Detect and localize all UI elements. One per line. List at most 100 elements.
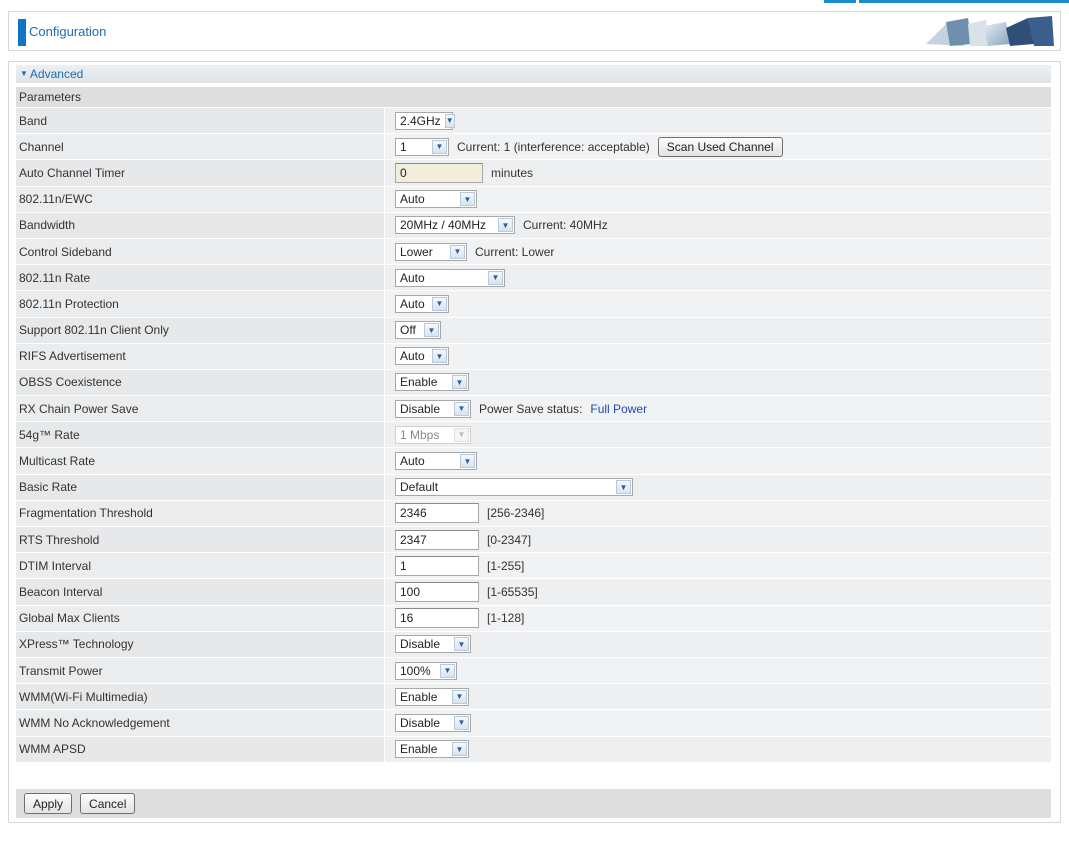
power-save-status-label: Power Save status: (479, 401, 583, 416)
chevron-down-icon: ▼ (450, 244, 465, 259)
multicast-rate-select[interactable]: Auto ▼ (395, 452, 477, 471)
chevron-down-icon: ▼ (444, 113, 455, 128)
n-ewc-select[interactable]: Auto ▼ (395, 190, 477, 209)
parameters-header: Parameters (16, 87, 1051, 108)
chevron-down-icon: ▼ (498, 218, 513, 233)
row-support-n-only: Support 802.11n Client Only Off ▼ (16, 317, 1051, 344)
chevron-down-icon: ▼ (432, 296, 447, 311)
rx-chain-select[interactable]: Disable ▼ (395, 399, 471, 418)
wmm-select[interactable]: Enable ▼ (395, 687, 469, 706)
row-label: WMM APSD (16, 736, 385, 762)
row-80211n-ewc: 802.11n/EWC Auto ▼ (16, 186, 1051, 213)
rts-threshold-input[interactable]: 2347 (395, 529, 479, 550)
row-basic-rate: Basic Rate Default ▼ (16, 474, 1051, 501)
wmm-apsd-select[interactable]: Enable ▼ (395, 740, 469, 759)
row-label: WMM(Wi-Fi Multimedia) (16, 684, 385, 710)
g-rate-select: 1 Mbps ▼ (395, 425, 471, 444)
row-label: 802.11n/EWC (16, 186, 385, 212)
support-n-only-select[interactable]: Off ▼ (395, 321, 441, 340)
wmm-no-ack-select[interactable]: Disable ▼ (395, 713, 471, 732)
row-wmm-apsd: WMM APSD Enable ▼ (16, 736, 1051, 763)
row-xpress-technology: XPress™ Technology Disable ▼ (16, 631, 1051, 658)
sideband-current-text: Current: Lower (475, 244, 555, 259)
rifs-select[interactable]: Auto ▼ (395, 347, 449, 366)
beacon-interval-input[interactable]: 100 (395, 581, 479, 602)
chevron-down-icon: ▼ (460, 192, 475, 207)
fragmentation-threshold-input[interactable]: 2346 (395, 503, 479, 524)
parameters-table: Parameters Band 2.4GHz ▼ Channel 1 ▼ Curre… (16, 87, 1051, 763)
bandwidth-current-text: Current: 40MHz (523, 218, 608, 233)
row-label: Control Sideband (16, 238, 385, 265)
n-protection-select[interactable]: Auto ▼ (395, 294, 449, 313)
chevron-down-icon: ▼ (424, 323, 439, 338)
band-select[interactable]: 2.4GHz ▼ (395, 111, 455, 130)
chevron-down-icon: ▼ (432, 139, 447, 154)
section-title: Advanced (29, 67, 84, 81)
row-label: Multicast Rate (16, 448, 385, 474)
chevron-down-icon: ▼ (452, 375, 467, 390)
row-wmm-no-ack: WMM No Acknowledgement Disable ▼ (16, 710, 1051, 737)
transmit-power-select[interactable]: 100% ▼ (395, 661, 457, 680)
chevron-down-icon: ▼ (452, 689, 467, 704)
global-max-clients-input[interactable]: 16 (395, 608, 479, 629)
row-bandwidth: Bandwidth 20MHz / 40MHz ▼ Current: 40MHz (16, 212, 1051, 239)
dtim-interval-input[interactable]: 1 (395, 555, 479, 576)
header-accent-bar (18, 19, 26, 46)
row-label: Fragmentation Threshold (16, 500, 385, 526)
control-sideband-select[interactable]: Lower ▼ (395, 242, 467, 261)
auto-channel-timer-input[interactable]: 0 (395, 162, 483, 183)
row-label: Transmit Power (16, 657, 385, 684)
row-control-sideband: Control Sideband Lower ▼ Current: Lower (16, 238, 1051, 266)
row-80211n-rate: 802.11n Rate Auto ▼ (16, 265, 1051, 292)
row-label: RX Chain Power Save (16, 396, 385, 422)
chevron-down-icon: ▼ (454, 427, 469, 442)
row-label: Basic Rate (16, 474, 385, 500)
range-hint: [0-2347] (487, 532, 532, 547)
scan-used-channel-button[interactable]: Scan Used Channel (657, 136, 783, 157)
chevron-down-icon: ▼ (616, 480, 631, 495)
chevron-down-icon: ▼ (454, 715, 469, 730)
row-transmit-power: Transmit Power 100% ▼ (16, 657, 1051, 685)
row-rts-threshold: RTS Threshold 2347 [0-2347] (16, 527, 1051, 554)
apply-button[interactable]: Apply (24, 793, 73, 814)
row-label: XPress™ Technology (16, 631, 385, 657)
row-label: OBSS Coexistence (16, 369, 385, 396)
minutes-unit-label: minutes (491, 165, 534, 180)
chevron-down-icon: ▼ (460, 454, 475, 469)
channel-select[interactable]: 1 ▼ (395, 137, 449, 156)
row-obss-coexistence: OBSS Coexistence Enable ▼ (16, 369, 1051, 397)
power-save-status-value: Full Power (590, 401, 648, 416)
cancel-button[interactable]: Cancel (80, 793, 136, 814)
page-header: Configuration (8, 11, 1061, 51)
xpress-select[interactable]: Disable ▼ (395, 635, 471, 654)
bandwidth-select[interactable]: 20MHz / 40MHz ▼ (395, 216, 515, 235)
row-label: DTIM Interval (16, 553, 385, 579)
row-label: WMM No Acknowledgement (16, 710, 385, 736)
range-hint: [1-255] (487, 558, 525, 573)
row-label: RTS Threshold (16, 527, 385, 553)
n-rate-select[interactable]: Auto ▼ (395, 268, 505, 287)
row-label: Bandwidth (16, 212, 385, 238)
row-global-max-clients: Global Max Clients 16 [1-128] (16, 605, 1051, 632)
row-rifs-advertisement: RIFS Advertisement Auto ▼ (16, 343, 1051, 370)
row-label: Beacon Interval (16, 579, 385, 605)
row-80211n-protection: 802.11n Protection Auto ▼ (16, 291, 1051, 318)
row-fragmentation-threshold: Fragmentation Threshold 2346 [256-2346] (16, 500, 1051, 527)
chevron-down-icon: ▼ (432, 349, 447, 364)
chevron-down-icon: ▼ (440, 663, 455, 678)
row-label: RIFS Advertisement (16, 343, 385, 369)
chevron-down-icon: ▼ (454, 401, 469, 416)
header-decoration-graphic (926, 16, 1054, 46)
action-bar: Apply Cancel (16, 789, 1051, 818)
row-label: 802.11n Rate (16, 265, 385, 291)
range-hint: [1-65535] (487, 584, 538, 599)
row-label: 802.11n Protection (16, 291, 385, 317)
channel-current-text: Current: 1 (interference: acceptable) (457, 139, 650, 154)
chevron-down-icon: ▼ (452, 742, 467, 757)
basic-rate-select[interactable]: Default ▼ (395, 478, 633, 497)
row-label: Auto Channel Timer (16, 160, 385, 186)
page-title: Configuration (29, 24, 107, 39)
obss-select[interactable]: Enable ▼ (395, 373, 469, 392)
advanced-section-toggle[interactable]: ▼ Advanced (16, 65, 1051, 83)
range-hint: [1-128] (487, 611, 525, 626)
